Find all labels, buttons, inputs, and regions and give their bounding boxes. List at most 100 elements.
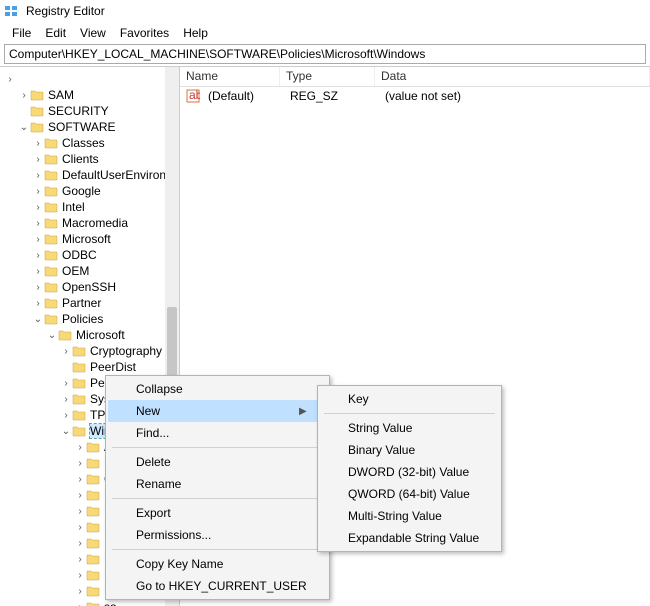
folder-icon xyxy=(72,393,86,405)
menu-item-label: Key xyxy=(348,392,369,406)
expand-icon[interactable]: › xyxy=(32,282,44,293)
expand-icon[interactable]: › xyxy=(74,570,86,581)
expand-icon[interactable]: › xyxy=(32,202,44,213)
menu-favorites[interactable]: Favorites xyxy=(114,24,175,40)
folder-icon xyxy=(44,281,58,293)
tree-item[interactable]: ⌄Microsoft xyxy=(0,327,179,343)
tree-item[interactable]: ›Partner xyxy=(0,295,179,311)
folder-icon xyxy=(86,505,100,517)
menu-item-expandable-string-value[interactable]: Expandable String Value xyxy=(320,527,499,549)
column-data[interactable]: Data xyxy=(375,67,650,86)
expand-icon[interactable]: › xyxy=(60,346,72,357)
collapse-icon[interactable]: ⌄ xyxy=(46,330,58,341)
expand-icon[interactable]: › xyxy=(4,74,16,85)
menu-view[interactable]: View xyxy=(74,24,112,40)
tree-item[interactable]: ›Macromedia xyxy=(0,215,179,231)
folder-icon xyxy=(30,89,44,101)
menu-separator xyxy=(112,498,323,499)
expand-icon[interactable]: › xyxy=(74,554,86,565)
value-row[interactable]: ab(Default)REG_SZ(value not set) xyxy=(180,87,650,105)
expand-icon[interactable]: › xyxy=(32,266,44,277)
expand-icon[interactable]: › xyxy=(32,186,44,197)
folder-icon xyxy=(30,121,44,133)
expand-icon[interactable]: › xyxy=(60,410,72,421)
collapse-icon[interactable]: ⌄ xyxy=(32,314,44,325)
menu-item-rename[interactable]: Rename xyxy=(108,473,327,495)
menu-help[interactable]: Help xyxy=(177,24,214,40)
submenu-arrow-icon: ▶ xyxy=(299,406,307,417)
folder-icon xyxy=(44,265,58,277)
tree-item[interactable]: PeerDist xyxy=(0,359,179,375)
tree-item[interactable]: ›Clients xyxy=(0,151,179,167)
expand-icon[interactable]: › xyxy=(32,170,44,181)
expand-icon[interactable]: › xyxy=(74,474,86,485)
expand-icon[interactable]: › xyxy=(74,490,86,501)
menu-item-label: Find... xyxy=(136,426,169,440)
menu-item-new[interactable]: New▶ xyxy=(108,400,327,422)
column-name[interactable]: Name xyxy=(180,67,280,86)
tree-item[interactable]: ›SAM xyxy=(0,87,179,103)
expand-icon[interactable]: › xyxy=(32,234,44,245)
context-menu[interactable]: CollapseNew▶ Find... DeleteRename ExportPer… xyxy=(105,375,330,600)
column-type[interactable]: Type xyxy=(280,67,375,86)
collapse-icon[interactable]: ⌄ xyxy=(60,426,72,437)
tree-item-label: Policies xyxy=(62,312,103,326)
expand-icon[interactable]: › xyxy=(32,298,44,309)
menu-item-dword-32-bit-value[interactable]: DWORD (32-bit) Value xyxy=(320,461,499,483)
menu-item-multi-string-value[interactable]: Multi-String Value xyxy=(320,505,499,527)
menu-item-label: Expandable String Value xyxy=(348,531,479,545)
expand-icon[interactable]: › xyxy=(74,586,86,597)
tree-item[interactable]: › xyxy=(0,71,179,87)
list-header[interactable]: Name Type Data xyxy=(180,67,650,87)
expand-icon[interactable]: › xyxy=(32,154,44,165)
menu-item-collapse[interactable]: Collapse xyxy=(108,378,327,400)
context-submenu-new[interactable]: Key String ValueBinary ValueDWORD (32-bit… xyxy=(317,385,502,552)
menu-item-delete[interactable]: Delete xyxy=(108,451,327,473)
expand-icon[interactable]: › xyxy=(74,538,86,549)
folder-icon xyxy=(86,521,100,533)
svg-text:ab: ab xyxy=(189,89,200,102)
expand-icon[interactable]: › xyxy=(74,506,86,517)
tree-item[interactable]: ›Google xyxy=(0,183,179,199)
expand-icon[interactable]: › xyxy=(74,442,86,453)
expand-icon[interactable]: › xyxy=(32,218,44,229)
menu-item-permissions[interactable]: Permissions... xyxy=(108,524,327,546)
menu-file[interactable]: File xyxy=(6,24,37,40)
menu-item-go-to-hkey-current-user[interactable]: Go to HKEY_CURRENT_USER xyxy=(108,575,327,597)
folder-icon xyxy=(86,441,100,453)
tree-item[interactable]: › ODBC xyxy=(0,247,179,263)
tree-item[interactable]: ›Classes xyxy=(0,135,179,151)
tree-item[interactable]: ›sa xyxy=(0,599,179,606)
menu-item-find[interactable]: Find... xyxy=(108,422,327,444)
folder-icon xyxy=(72,361,86,373)
tree-item[interactable]: ⌄SOFTWARE xyxy=(0,119,179,135)
tree-item[interactable]: ›DefaultUserEnvironme xyxy=(0,167,179,183)
tree-item[interactable]: ⌄ Policies xyxy=(0,311,179,327)
menu-item-binary-value[interactable]: Binary Value xyxy=(320,439,499,461)
collapse-icon[interactable]: ⌄ xyxy=(18,122,30,133)
menu-edit[interactable]: Edit xyxy=(39,24,72,40)
expand-icon[interactable]: › xyxy=(32,250,44,261)
tree-item[interactable]: SECURITY xyxy=(0,103,179,119)
tree-item[interactable]: ›OEM xyxy=(0,263,179,279)
tree-item[interactable]: ›Intel xyxy=(0,199,179,215)
expand-icon[interactable]: › xyxy=(60,394,72,405)
expand-icon[interactable]: › xyxy=(74,458,86,469)
menu-separator xyxy=(112,549,323,550)
tree-item[interactable]: ›Microsoft xyxy=(0,231,179,247)
menu-item-export[interactable]: Export xyxy=(108,502,327,524)
tree-item[interactable]: ›OpenSSH xyxy=(0,279,179,295)
tree-item[interactable]: ›Cryptography xyxy=(0,343,179,359)
menu-separator xyxy=(324,413,495,414)
menu-item-key[interactable]: Key xyxy=(320,388,499,410)
expand-icon[interactable]: › xyxy=(18,90,30,101)
menu-item-qword-64-bit-value[interactable]: QWORD (64-bit) Value xyxy=(320,483,499,505)
tree-item-label: ODBC xyxy=(62,248,97,262)
menu-item-string-value[interactable]: String Value xyxy=(320,417,499,439)
address-bar[interactable]: Computer\HKEY_LOCAL_MACHINE\SOFTWARE\Pol… xyxy=(4,44,646,64)
expand-icon[interactable]: › xyxy=(74,522,86,533)
folder-icon xyxy=(44,233,58,245)
expand-icon[interactable]: › xyxy=(32,138,44,149)
expand-icon[interactable]: › xyxy=(60,378,72,389)
menu-item-copy-key-name[interactable]: Copy Key Name xyxy=(108,553,327,575)
